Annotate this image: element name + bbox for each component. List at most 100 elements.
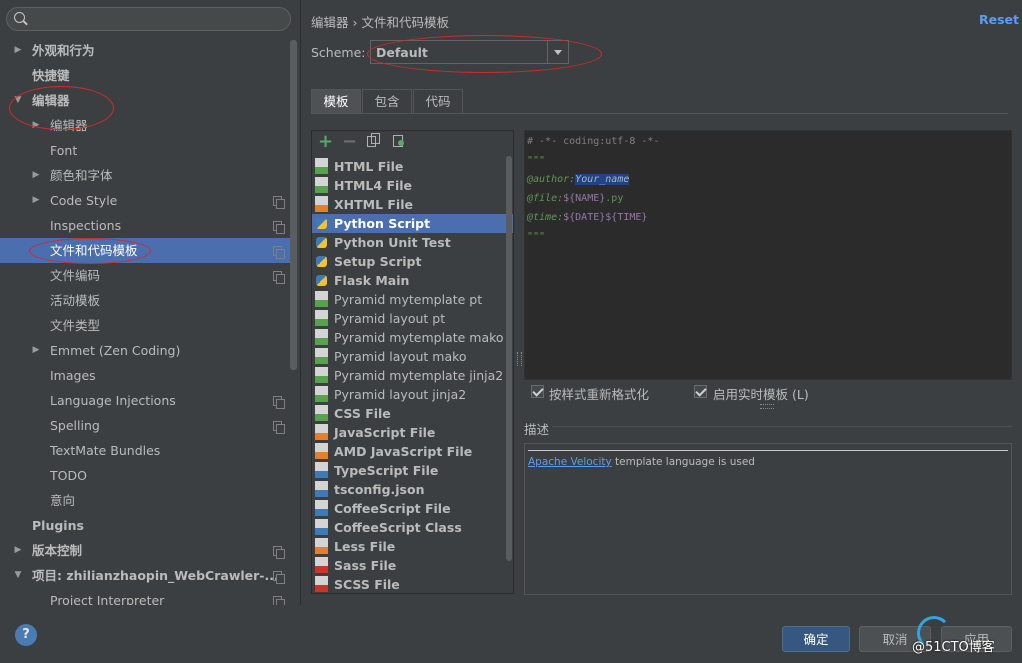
tree-item[interactable]: TextMate Bundles [0, 438, 290, 463]
reset-link[interactable]: Reset [979, 12, 1019, 27]
template-item[interactable]: SCSS File [312, 575, 513, 593]
tree-item[interactable]: ▶ 编辑器 [0, 113, 290, 138]
tree-item[interactable]: 快捷键 [0, 63, 290, 88]
template-item[interactable]: Pyramid layout mako [312, 347, 513, 366]
project-level-icon [273, 396, 285, 409]
live-templates-checkbox[interactable] [694, 385, 707, 398]
watermark: @51CTO博客 [912, 640, 995, 655]
reset-template-icon[interactable] [393, 135, 404, 147]
template-item[interactable]: CoffeeScript File [312, 499, 513, 518]
chevron-right-icon[interactable]: ▶ [12, 538, 24, 563]
css-file-icon [315, 405, 328, 421]
tree-item[interactable]: Language Injections [0, 388, 290, 413]
template-item-label: SCSS File [334, 577, 400, 592]
chevron-down-icon[interactable]: ▼ [12, 88, 24, 113]
tree-item-label: 项目: zhilianzhaopin_WebCrawler-... [32, 568, 279, 583]
chevron-right-icon[interactable]: ▶ [30, 188, 42, 213]
tree-item-label: Inspections [50, 218, 122, 233]
coffee-file-icon [315, 519, 328, 535]
template-item-label: XHTML File [334, 197, 413, 212]
tree-item[interactable]: 文件和代码模板 [0, 238, 290, 263]
chevron-right-icon[interactable]: ▶ [30, 338, 42, 363]
velocity-link[interactable]: Apache Velocity [528, 456, 612, 468]
template-item[interactable]: Setup Script [312, 252, 513, 271]
resize-grip[interactable] [760, 404, 774, 409]
template-item[interactable]: JavaScript File [312, 423, 513, 442]
template-item[interactable]: Pyramid mytemplate pt [312, 290, 513, 309]
remove-template-icon[interactable]: − [342, 133, 357, 151]
tree-item-label: Emmet (Zen Coding) [50, 343, 181, 358]
ts-file-icon [315, 462, 328, 478]
tree-item[interactable]: 活动模板 [0, 288, 290, 313]
tree-item[interactable]: Project Interpreter [0, 588, 290, 605]
add-template-icon[interactable]: + [318, 133, 333, 151]
template-item[interactable]: Python Unit Test [312, 233, 513, 252]
tree-item[interactable]: ▶ 外观和行为 [0, 38, 290, 63]
reformat-checkbox[interactable] [531, 385, 544, 398]
template-item-label: CSS File [334, 406, 391, 421]
tree-item[interactable]: ▶ Emmet (Zen Coding) [0, 338, 290, 363]
time-tag: @time: [527, 212, 564, 223]
ok-button[interactable]: 确定 [782, 626, 850, 652]
template-item-label: Pyramid layout mako [334, 349, 467, 364]
template-item[interactable]: Python Script [312, 214, 513, 233]
template-item[interactable]: Sass File [312, 556, 513, 575]
chevron-right-icon[interactable]: ▶ [30, 163, 42, 188]
template-item-label: Pyramid mytemplate pt [334, 292, 483, 307]
template-item[interactable]: Less File [312, 537, 513, 556]
tree-item[interactable]: Font [0, 138, 290, 163]
description-divider [552, 426, 1012, 427]
template-item[interactable]: AMD JavaScript File [312, 442, 513, 461]
tree-item[interactable]: Plugins [0, 513, 290, 538]
tree-item[interactable]: ▼ 编辑器 [0, 88, 290, 113]
template-item[interactable]: Pyramid mytemplate mako [312, 328, 513, 347]
help-icon[interactable]: ? [15, 624, 37, 646]
template-item[interactable]: CSS File [312, 404, 513, 423]
tree-item[interactable]: ▶ 颜色和字体 [0, 163, 290, 188]
tree-item[interactable]: 意向 [0, 488, 290, 513]
chevron-down-icon[interactable] [547, 41, 568, 63]
template-item-label: Pyramid layout pt [334, 311, 446, 326]
template-item[interactable]: CoffeeScript Class [312, 518, 513, 537]
template-item[interactable]: HTML File [312, 157, 513, 176]
sass-file-icon [315, 557, 328, 573]
template-item[interactable]: HTML4 File [312, 176, 513, 195]
template-item[interactable]: Pyramid layout jinja2 [312, 385, 513, 404]
chevron-right-icon[interactable]: ▶ [12, 38, 24, 63]
scheme-value: Default [376, 45, 428, 60]
template-item-label: Pyramid mytemplate mako [334, 330, 504, 345]
project-level-icon [273, 421, 285, 434]
search-field[interactable] [6, 7, 291, 31]
chevron-down-icon[interactable]: ▼ [12, 563, 24, 588]
template-item[interactable]: Pyramid mytemplate jinja2 [312, 366, 513, 385]
tree-item[interactable]: ▶ Code Style [0, 188, 290, 213]
template-list-scrollbar[interactable] [506, 156, 512, 561]
template-item-label: HTML4 File [334, 178, 413, 193]
panel-splitter[interactable] [517, 352, 522, 366]
chevron-right-icon[interactable]: ▶ [30, 113, 42, 138]
scheme-select[interactable]: Default [370, 40, 569, 64]
tree-scrollbar[interactable] [290, 40, 297, 370]
template-item-label: CoffeeScript Class [334, 520, 462, 535]
tab-templates[interactable]: 模板 [311, 89, 361, 113]
tree-item[interactable]: Images [0, 363, 290, 388]
tree-item-label: 外观和行为 [32, 43, 95, 58]
template-item[interactable]: tsconfig.json [312, 480, 513, 499]
tab-includes[interactable]: 包含 [362, 89, 412, 113]
tree-item[interactable]: 文件编码 [0, 263, 290, 288]
copy-template-icon[interactable] [367, 133, 380, 147]
template-item[interactable]: Flask Main [312, 271, 513, 290]
template-editor[interactable]: # -*- coding:utf-8 -*- """ @author:Your_… [524, 130, 1012, 380]
tree-item[interactable]: ▶ 版本控制 [0, 538, 290, 563]
tree-item[interactable]: Spelling [0, 413, 290, 438]
template-item[interactable]: TypeScript File [312, 461, 513, 480]
tree-item[interactable]: 文件类型 [0, 313, 290, 338]
project-level-icon [273, 271, 285, 284]
tree-item[interactable]: Inspections [0, 213, 290, 238]
tree-item[interactable]: TODO [0, 463, 290, 488]
tree-item[interactable]: ▼ 项目: zhilianzhaopin_WebCrawler-... [0, 563, 290, 588]
template-item[interactable]: XHTML File [312, 195, 513, 214]
python-file-icon [315, 272, 328, 288]
tab-code[interactable]: 代码 [413, 89, 463, 113]
template-item[interactable]: Pyramid layout pt [312, 309, 513, 328]
